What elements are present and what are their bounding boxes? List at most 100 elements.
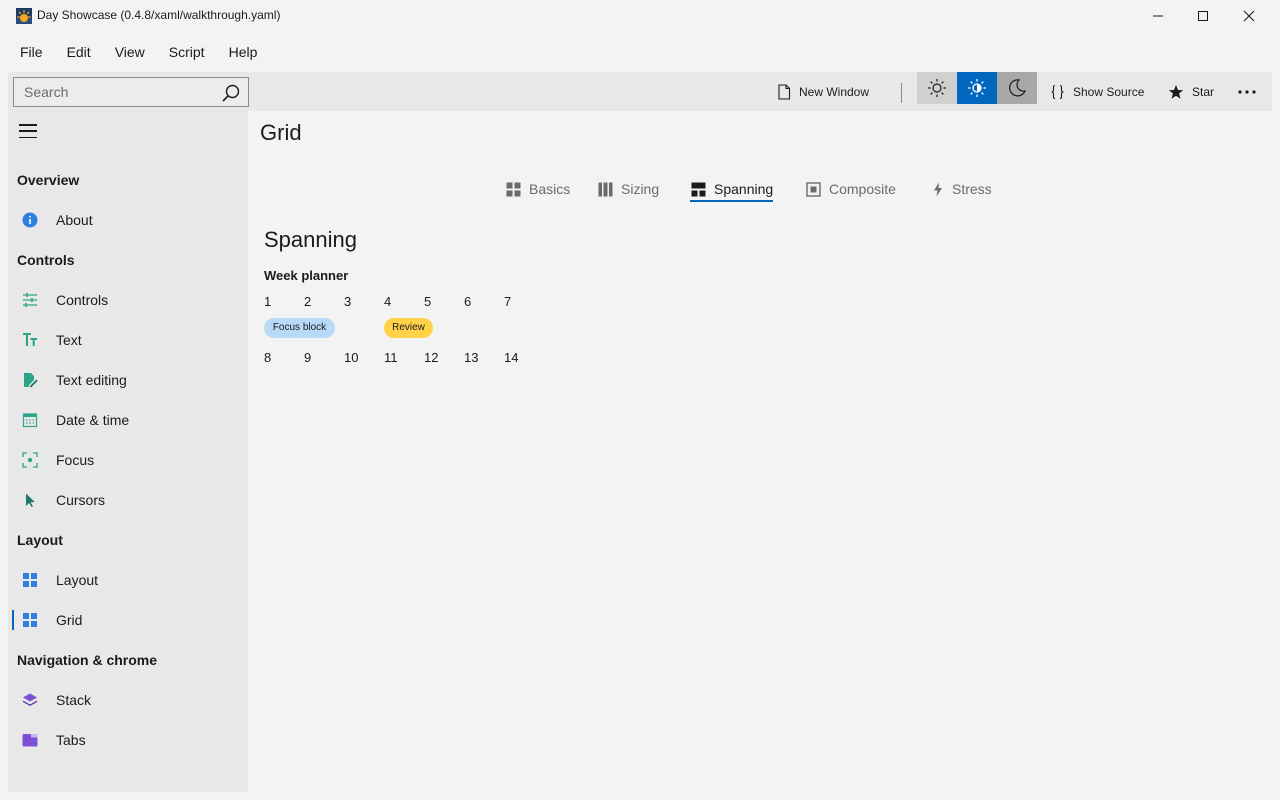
search-box: [13, 77, 249, 107]
tab-composite[interactable]: Composite: [806, 174, 896, 204]
section-title: Spanning: [264, 227, 357, 252]
day-cell: 12: [424, 350, 439, 365]
menu-script[interactable]: Script: [157, 36, 217, 68]
moon-icon: [1009, 79, 1027, 97]
menu-help[interactable]: Help: [217, 36, 270, 68]
close-button[interactable]: [1226, 0, 1272, 32]
tab-label: Stress: [952, 181, 992, 197]
sidebar-item-grid[interactable]: Grid: [12, 602, 244, 638]
spanning-icon: [691, 182, 706, 196]
high-contrast-theme-button[interactable]: [957, 72, 997, 104]
nav-header-controls: Controls: [17, 252, 75, 268]
star-button[interactable]: Star: [1168, 77, 1214, 107]
maximize-button[interactable]: [1180, 0, 1226, 32]
sidebar-item-label: Text: [56, 332, 82, 348]
sidebar-item-label: Focus: [56, 452, 95, 468]
star-icon: [1168, 85, 1184, 99]
day-cell: 4: [384, 294, 392, 309]
toolbar-separator: [901, 83, 902, 103]
light-theme-button[interactable]: [917, 72, 957, 104]
day-cell: 13: [464, 350, 479, 365]
sidebar-item-label: Grid: [56, 612, 83, 628]
sidebar-item-about[interactable]: About: [12, 202, 244, 238]
sidebar-item-label: Layout: [56, 572, 99, 588]
title-bar: Day Showcase (0.4.8/xaml/walkthrough.yam…: [0, 0, 1280, 32]
tab-label: Composite: [829, 181, 896, 197]
sidebar-item-text-editing[interactable]: Text editing: [12, 362, 244, 398]
day-cell: 5: [424, 294, 432, 309]
sidebar-item-label: About: [56, 212, 93, 228]
grid-icon: [23, 613, 37, 627]
sidebar-item-focus[interactable]: Focus: [12, 442, 244, 478]
tabs-icon: [22, 734, 38, 747]
search-button[interactable]: [220, 82, 242, 104]
search-icon: [222, 84, 240, 102]
sidebar-item-stack[interactable]: Stack: [12, 682, 244, 718]
sidebar-item-text[interactable]: Text: [12, 322, 244, 358]
document-icon: [778, 84, 791, 100]
app-icon: [16, 8, 32, 24]
grid-icon: [506, 182, 521, 196]
new-window-button[interactable]: New Window: [777, 77, 869, 107]
focus-icon: [22, 452, 38, 468]
show-source-label: Show Source: [1073, 85, 1145, 99]
sidebar-item-controls[interactable]: Controls: [12, 282, 244, 318]
dark-theme-button[interactable]: [997, 72, 1037, 104]
event-chip-focus-block: Focus block: [264, 318, 335, 338]
nav-header-overview: Overview: [17, 172, 80, 188]
day-cell: 7: [504, 294, 512, 309]
tab-label: Spanning: [714, 181, 774, 197]
new-window-label: New Window: [799, 85, 870, 99]
layout-grid-icon: [23, 573, 37, 587]
edit-icon: [24, 373, 38, 388]
calendar-icon: [22, 413, 38, 428]
sidebar-item-layout[interactable]: Layout: [12, 562, 244, 598]
planner-title: Week planner: [264, 268, 349, 283]
nav-header-navigation-chrome: Navigation & chrome: [17, 652, 158, 668]
nav-header-layout: Layout: [17, 532, 63, 548]
maximize-icon: [1198, 11, 1208, 21]
cursor-icon: [26, 493, 35, 507]
sidebar-item-cursors[interactable]: Cursors: [12, 482, 244, 518]
day-cell: 2: [304, 294, 312, 309]
menu-view[interactable]: View: [103, 36, 157, 68]
sidebar-item-label: Date & time: [56, 412, 130, 428]
info-icon: [22, 212, 38, 228]
day-cell: 1: [264, 294, 272, 309]
selection-indicator: [12, 610, 14, 630]
sidebar-item-label: Stack: [56, 692, 92, 708]
sidebar-item-label: Controls: [56, 292, 109, 308]
tab-basics[interactable]: Basics: [506, 174, 570, 204]
menu-file[interactable]: File: [8, 36, 55, 68]
toolbar: New Window Show Source Star: [8, 72, 1272, 111]
day-cell: 11: [384, 350, 398, 365]
tab-sizing[interactable]: Sizing: [598, 174, 659, 204]
day-cell: 9: [304, 350, 312, 365]
day-cell: 3: [344, 294, 352, 309]
day-cell: 8: [264, 350, 272, 365]
sidebar-item-label: Cursors: [56, 492, 106, 508]
composite-icon: [806, 181, 821, 197]
show-source-button[interactable]: Show Source: [1050, 77, 1144, 107]
search-input[interactable]: [24, 83, 214, 101]
more-button[interactable]: [1238, 77, 1264, 107]
close-icon: [1243, 10, 1255, 22]
hamburger-menu-icon[interactable]: [18, 121, 38, 141]
event-chip-review: Review: [384, 318, 433, 338]
text-icon: [23, 333, 37, 346]
star-label: Star: [1192, 85, 1215, 99]
minimize-button[interactable]: [1135, 0, 1181, 32]
sidebar-item-tabs[interactable]: Tabs: [12, 722, 244, 758]
tab-label: Sizing: [621, 181, 660, 197]
sidebar-item-label: Text editing: [56, 372, 127, 388]
tab-stress[interactable]: Stress: [932, 174, 992, 204]
tab-label: Basics: [529, 181, 571, 197]
braces-icon: [1051, 84, 1064, 100]
sidebar-item-date-time[interactable]: Date & time: [12, 402, 244, 438]
sidebar-item-label: Tabs: [56, 732, 86, 748]
day-cell: 10: [344, 350, 359, 365]
sliders-icon: [23, 293, 37, 307]
stack-icon: [23, 693, 37, 706]
high-contrast-icon: [968, 79, 986, 97]
menu-edit[interactable]: Edit: [55, 36, 103, 68]
